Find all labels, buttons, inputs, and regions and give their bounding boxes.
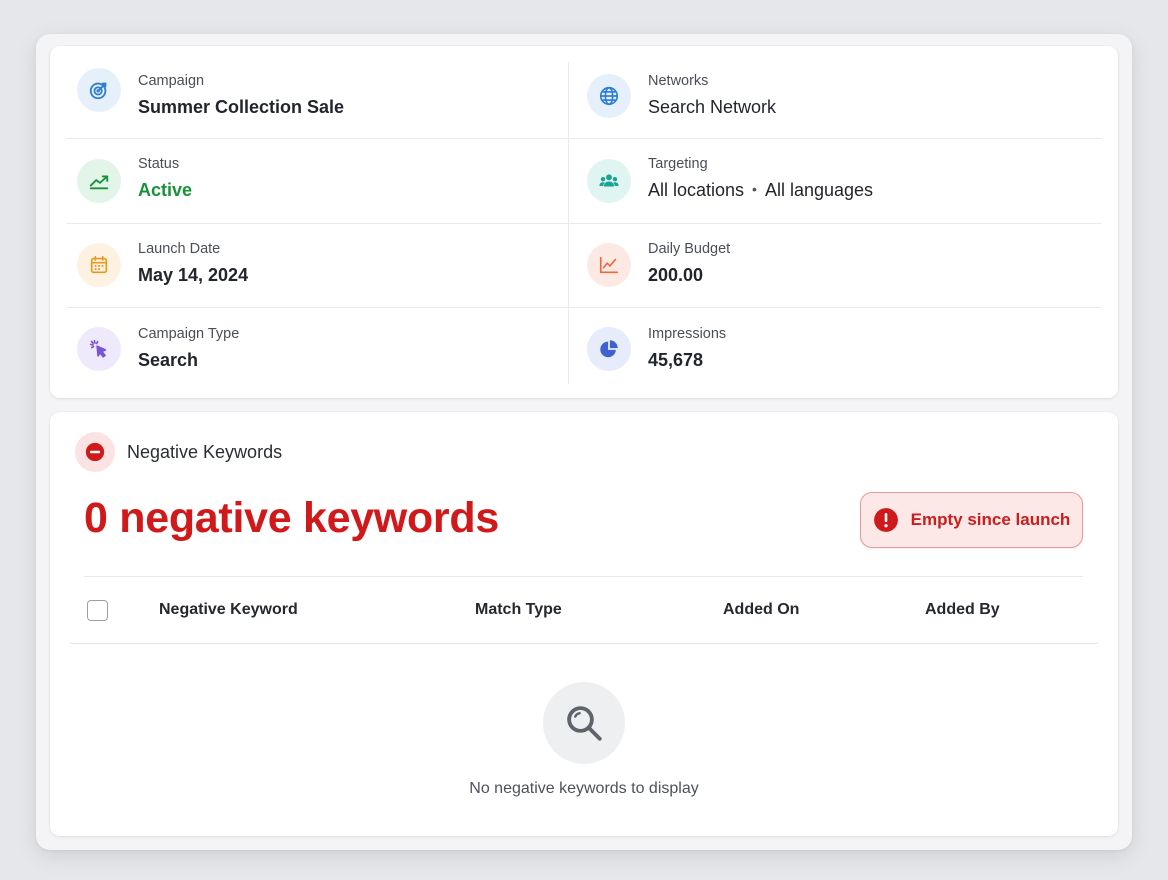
column-added-on[interactable]: Added On (723, 600, 799, 620)
targeting-label: Targeting (648, 156, 708, 172)
targeting-languages: All languages (764, 180, 874, 200)
campaign-label: Campaign (138, 73, 205, 89)
networks-label: Networks (648, 73, 709, 89)
table-header-divider (70, 643, 1098, 644)
column-negative-keyword[interactable]: Negative Keyword (159, 600, 298, 620)
launch-date-field: Launch Date May 14, 2024 (50, 224, 568, 308)
status-label: Status (138, 156, 180, 172)
trending-up-icon (77, 159, 121, 203)
cursor-click-icon (77, 327, 121, 371)
targeting-value: All locations • All languages (648, 178, 873, 203)
daily-budget-label: Daily Budget (648, 241, 731, 257)
select-all-checkbox[interactable] (87, 600, 108, 621)
campaign-value: Summer Collection Sale (138, 97, 345, 117)
column-match-type[interactable]: Match Type (475, 600, 562, 620)
targeting-separator: • (752, 181, 757, 197)
negative-keywords-title: Negative Keywords (127, 441, 283, 462)
campaign-type-label: Campaign Type (138, 326, 240, 342)
status-field: Status Active (50, 139, 568, 223)
negative-keywords-card: Negative Keywords 0 negative keywords Em… (50, 412, 1118, 836)
target-icon (77, 68, 121, 112)
table-top-divider (84, 576, 1083, 577)
campaign-panel: Campaign Summer Collection Sale Networks… (36, 34, 1132, 850)
search-icon (543, 682, 625, 764)
campaign-field: Campaign Summer Collection Sale (50, 54, 568, 138)
column-added-by[interactable]: Added By (925, 600, 1000, 620)
impressions-label: Impressions (648, 326, 727, 342)
launch-date-label: Launch Date (138, 241, 221, 257)
empty-state-message: No negative keywords to display (469, 780, 699, 797)
targeting-field: Targeting All locations • All languages (569, 139, 1118, 223)
campaign-type-field: Campaign Type Search (50, 308, 568, 392)
impressions-field: Impressions 45,678 (569, 308, 1118, 392)
calendar-icon (77, 243, 121, 287)
empty-since-launch-badge: Empty since launch (860, 492, 1083, 548)
status-value: Active (138, 180, 193, 200)
campaign-summary-card: Campaign Summer Collection Sale Networks… (50, 46, 1118, 398)
networks-field: Networks Search Network (569, 54, 1118, 138)
negative-keywords-header: Negative Keywords (75, 432, 282, 472)
negative-keywords-count: 0 negative keywords (84, 494, 499, 542)
empty-since-launch-text: Empty since launch (910, 510, 1071, 529)
launch-date-value: May 14, 2024 (138, 265, 249, 285)
campaign-type-value: Search (138, 350, 199, 370)
impressions-value: 45,678 (648, 350, 704, 370)
daily-budget-field: Daily Budget 200.00 (569, 224, 1118, 308)
line-chart-icon (587, 243, 631, 287)
daily-budget-value: 200.00 (648, 265, 704, 285)
minus-circle-icon (75, 432, 115, 472)
pie-chart-icon (587, 327, 631, 371)
alert-icon (873, 507, 899, 533)
people-icon (587, 159, 631, 203)
targeting-locations: All locations (648, 180, 745, 200)
globe-icon (587, 74, 631, 118)
networks-value: Search Network (648, 97, 777, 117)
